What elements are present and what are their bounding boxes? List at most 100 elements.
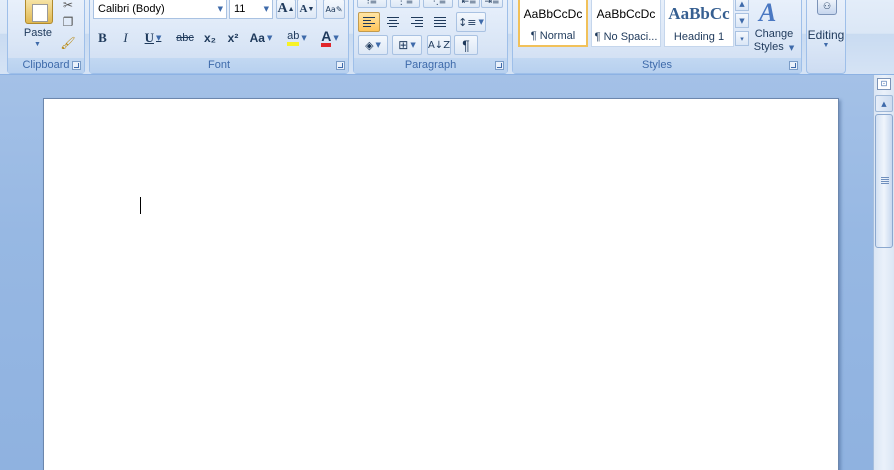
chevron-down-icon: ▼ xyxy=(263,5,269,13)
binoculars-icon: ⚇ xyxy=(817,0,837,15)
change-case-button[interactable]: Aa ▼ xyxy=(247,28,275,48)
style-name: Heading 1 xyxy=(673,31,725,43)
chevron-down-icon: ▼ xyxy=(266,34,273,42)
align-center-button[interactable] xyxy=(382,12,404,32)
numbering-button[interactable]: ⋮≡ xyxy=(390,0,420,8)
styles-dialog-launcher[interactable] xyxy=(789,61,798,70)
font-size-value: 11 xyxy=(234,3,246,15)
style-sample: AaBbCcDc xyxy=(596,7,656,21)
font-group: Calibri (Body) ▼ 11 ▼ A ▲ A ▼ Aa✎ B I U ▼ a… xyxy=(89,0,349,74)
paint-bucket-icon: ◈ xyxy=(365,38,374,52)
paste-label: Paste xyxy=(23,27,53,39)
styles-group-label: Styles xyxy=(513,58,801,73)
chevron-down-icon: ▼ xyxy=(333,34,339,42)
superscript-icon: x² xyxy=(227,31,239,45)
pilcrow-icon: ¶ xyxy=(462,37,470,53)
chevron-down-icon: ▼ xyxy=(301,34,307,42)
vertical-scrollbar[interactable]: ⊡ ▲ xyxy=(873,75,894,470)
superscript-button[interactable]: x² xyxy=(223,28,243,48)
align-right-button[interactable] xyxy=(406,12,428,32)
line-spacing-button[interactable]: ↕≡ ▼ xyxy=(456,12,486,32)
font-color-button[interactable]: A ▼ xyxy=(315,28,345,48)
cut-icon[interactable]: ✂ xyxy=(60,0,76,12)
decrease-indent-icon: ⇤≡ xyxy=(461,0,477,7)
ribbon: Paste ▼ ✂ ❐ 🖌 Clipboard Calibri (Body) ▼… xyxy=(0,0,894,75)
underline-button[interactable]: U ▼ xyxy=(140,28,166,48)
clipboard-dialog-launcher[interactable] xyxy=(72,61,81,70)
scroll-thumb[interactable] xyxy=(875,114,893,248)
justify-icon xyxy=(434,17,446,27)
style-name: ¶ No Spaci... xyxy=(594,31,658,43)
style-sample: AaBbCcDc xyxy=(523,7,583,21)
italic-icon: I xyxy=(123,30,128,45)
style-no-spacing[interactable]: AaBbCcDc ¶ No Spaci... xyxy=(591,0,661,47)
subscript-button[interactable]: x₂ xyxy=(200,28,220,48)
chevron-down-icon: ▼ xyxy=(788,44,795,52)
document-page[interactable] xyxy=(43,98,839,470)
highlight-icon: ab xyxy=(287,30,300,46)
format-painter-icon[interactable]: 🖌 xyxy=(60,36,76,50)
view-ruler-icon[interactable]: ⊡ xyxy=(877,78,891,90)
increase-indent-button[interactable]: ⇥≡ xyxy=(481,0,503,8)
italic-button[interactable]: I xyxy=(117,28,134,48)
grow-font-button[interactable]: A ▲ xyxy=(276,0,296,19)
font-dialog-launcher[interactable] xyxy=(336,61,345,70)
change-styles-text: Change Styles xyxy=(753,28,794,53)
multilevel-list-icon: ⋱≡ xyxy=(429,0,447,7)
gallery-more-button[interactable]: ▾ xyxy=(735,31,749,46)
sort-button[interactable]: A↓Z xyxy=(427,35,451,55)
chevron-down-icon: ▼ xyxy=(375,41,381,49)
strikethrough-icon: abc xyxy=(176,32,194,44)
multilevel-list-button[interactable]: ⋱≡ xyxy=(423,0,453,8)
decrease-indent-button[interactable]: ⇤≡ xyxy=(458,0,480,8)
strikethrough-button[interactable]: abc xyxy=(174,28,196,48)
chevron-down-icon: ▼ xyxy=(217,5,223,13)
font-color-icon: A xyxy=(321,29,332,47)
shrink-font-button[interactable]: A ▼ xyxy=(297,0,317,19)
bullets-button[interactable]: ⁝≡ xyxy=(357,0,387,8)
align-left-button[interactable] xyxy=(358,12,380,32)
justify-button[interactable] xyxy=(429,12,451,32)
grow-font-icon: A xyxy=(277,1,288,16)
change-styles-label: Change Styles ▼ xyxy=(749,28,799,55)
change-styles-icon: A xyxy=(759,0,777,27)
editing-label: Editing xyxy=(807,28,845,42)
align-center-icon xyxy=(387,17,399,27)
scroll-up-button[interactable]: ▲ xyxy=(875,95,893,112)
change-case-icon: Aa xyxy=(249,31,265,45)
font-name-select[interactable]: Calibri (Body) ▼ xyxy=(93,0,227,19)
font-size-select[interactable]: 11 ▼ xyxy=(229,0,273,19)
underline-icon: U xyxy=(144,30,154,45)
text-highlight-button[interactable]: ab ▼ xyxy=(282,28,312,48)
show-formatting-marks-button[interactable]: ¶ xyxy=(454,35,478,55)
style-normal[interactable]: AaBbCcDc ¶ Normal xyxy=(518,0,588,47)
chevron-down-icon: ▼ xyxy=(822,42,830,49)
font-name-value: Calibri (Body) xyxy=(98,3,165,15)
clear-formatting-icon: Aa✎ xyxy=(325,4,343,14)
chevron-down-icon: ▼ xyxy=(34,41,41,48)
chevron-down-icon: ▼ xyxy=(478,18,484,26)
shrink-font-icon: A xyxy=(299,3,308,15)
borders-button[interactable]: ⊞ ▼ xyxy=(392,35,422,55)
shading-button[interactable]: ◈ ▼ xyxy=(358,35,388,55)
gallery-scroll-up-button[interactable]: ▲ xyxy=(735,0,749,11)
style-heading-1[interactable]: AaBbCc Heading 1 xyxy=(664,0,734,47)
align-right-icon xyxy=(411,17,423,27)
chevron-down-icon: ▼ xyxy=(156,34,162,42)
paragraph-dialog-launcher[interactable] xyxy=(495,61,504,70)
clipboard-group: Paste ▼ ✂ ❐ 🖌 Clipboard xyxy=(7,0,85,74)
bullets-icon: ⁝≡ xyxy=(366,0,378,7)
bold-button[interactable]: B xyxy=(94,28,111,48)
clear-formatting-button[interactable]: Aa✎ xyxy=(323,0,345,19)
style-sample: AaBbCc xyxy=(668,4,730,23)
copy-icon[interactable]: ❐ xyxy=(60,15,76,29)
chevron-down-icon: ▼ xyxy=(410,41,416,49)
increase-indent-icon: ⇥≡ xyxy=(484,0,500,7)
bold-icon: B xyxy=(98,30,107,45)
paste-icon xyxy=(25,0,53,24)
gallery-scroll-down-button[interactable]: ▼ xyxy=(735,13,749,28)
numbering-icon: ⋮≡ xyxy=(396,0,414,7)
align-left-icon xyxy=(363,17,375,27)
document-workspace xyxy=(0,75,873,470)
editing-group[interactable]: ⚇ Editing ▼ xyxy=(806,0,846,74)
